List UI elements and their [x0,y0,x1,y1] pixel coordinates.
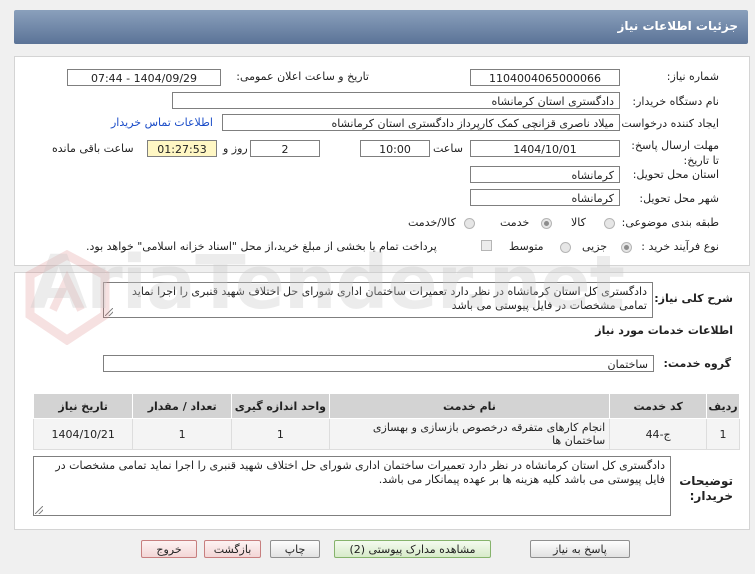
city-label: شهر محل تحویل: [639,192,719,205]
days-label: روز و [223,142,248,155]
page-title: جزئیات اطلاعات نیاز [617,19,738,33]
summary-text: دادگستری کل استان کرمانشاه در نظر دارد ت… [131,285,647,312]
services-table: تاریخ نیاز تعداد / مقدار واحد اندازه گیر… [32,393,741,450]
buyer-field[interactable]: دادگستری استان کرمانشاه [172,92,620,109]
category-goods-service-label: کالا/خدمت [408,216,456,229]
category-goods-radio[interactable] [604,218,615,229]
table-header-row: تاریخ نیاز تعداد / مقدار واحد اندازه گیر… [32,393,741,419]
process-medium-radio[interactable] [560,242,571,253]
exit-button[interactable]: خروج [141,540,197,558]
process-minor-radio[interactable] [621,242,632,253]
header-service-code: کد خدمت [609,393,707,419]
process-label: نوع فرآیند خرید : [641,240,719,253]
need-number-label: شماره نیاز: [666,70,719,83]
header-service-name: نام خدمت [328,393,611,419]
payment-note: پرداخت تمام یا بخشی از مبلغ خرید،از محل … [86,240,437,253]
category-service-label: خدمت [500,216,530,229]
category-service-radio[interactable] [541,218,552,229]
header-qty: تعداد / مقدار [132,393,233,419]
category-goods-label: کالا [571,216,586,229]
header-row-index: ردیف [705,393,741,419]
buyer-notes-textarea[interactable]: دادگستری کل استان کرمانشاه در نظر دارد ت… [33,456,671,516]
contact-buyer-link[interactable]: اطلاعات تماس خریدار [111,116,213,129]
process-minor-label: جزیی [582,240,608,253]
service-group-label: گروه خدمت: [663,357,731,370]
resize-grip-icon[interactable] [35,506,43,514]
cell-service-name: انجام کارهای متفرقه درخصوص بازسازی و بهس… [328,418,611,450]
cell-row-index: 1 [705,418,741,450]
cell-unit: 1 [231,418,330,450]
table-row[interactable]: 1404/10/21 1 1 انجام کارهای متفرقه درخصو… [32,418,741,450]
attachments-button[interactable]: مشاهده مدارک پیوستی (2) [334,540,491,558]
remaining-label: ساعت باقی مانده [52,142,134,155]
deadline-time-field[interactable]: 10:00 [360,140,430,157]
buyer-label: نام دستگاه خریدار: [632,95,719,108]
time-label: ساعت [433,142,463,155]
service-group-field[interactable]: ساختمان [103,355,654,372]
creator-field[interactable]: میلاد ناصری قزانچی کمک کارپرداز دادگستری… [222,114,620,131]
need-number-field[interactable]: 1104004065000066 [470,69,620,86]
buyer-notes-text: دادگستری کل استان کرمانشاه در نظر دارد ت… [55,459,665,486]
services-section-title: اطلاعات خدمات مورد نیاز [595,324,733,337]
creator-label: ایجاد کننده درخواست: [617,117,719,130]
cell-date: 1404/10/21 [32,418,134,450]
deadline-date-field[interactable]: 1404/10/01 [470,140,620,157]
buyer-notes-label: توضیحات خریدار: [679,474,733,503]
print-button[interactable]: چاپ [270,540,320,558]
reply-button[interactable]: پاسخ به نیاز [530,540,630,558]
summary-textarea[interactable]: دادگستری کل استان کرمانشاه در نظر دارد ت… [103,282,653,318]
announce-label: تاریخ و ساعت اعلان عمومی: [236,70,369,83]
back-button[interactable]: بازگشت [204,540,261,558]
summary-label: شرح کلی نیاز: [654,292,733,305]
process-medium-label: متوسط [509,240,544,253]
category-goods-service-radio[interactable] [464,218,475,229]
resize-grip-icon[interactable] [105,308,113,316]
header-date: تاریخ نیاز [32,393,134,419]
remaining-time-field: 01:27:53 [147,140,217,157]
category-label: طبقه بندی موضوعی: [621,216,719,229]
city-field[interactable]: کرمانشاه [470,189,620,206]
days-field[interactable]: 2 [250,140,320,157]
treasury-checkbox[interactable] [481,240,492,251]
deadline-label: مهلت ارسال پاسخ: تا تاریخ: [631,139,719,167]
cell-qty: 1 [132,418,233,450]
announce-field[interactable]: 1404/09/29 - 07:44 [67,69,221,86]
page-header: جزئیات اطلاعات نیاز [14,10,748,44]
cell-service-code: ج-44 [609,418,707,450]
header-unit: واحد اندازه گیری [231,393,330,419]
province-label: استان محل تحویل: [632,168,719,181]
province-field[interactable]: کرمانشاه [470,166,620,183]
